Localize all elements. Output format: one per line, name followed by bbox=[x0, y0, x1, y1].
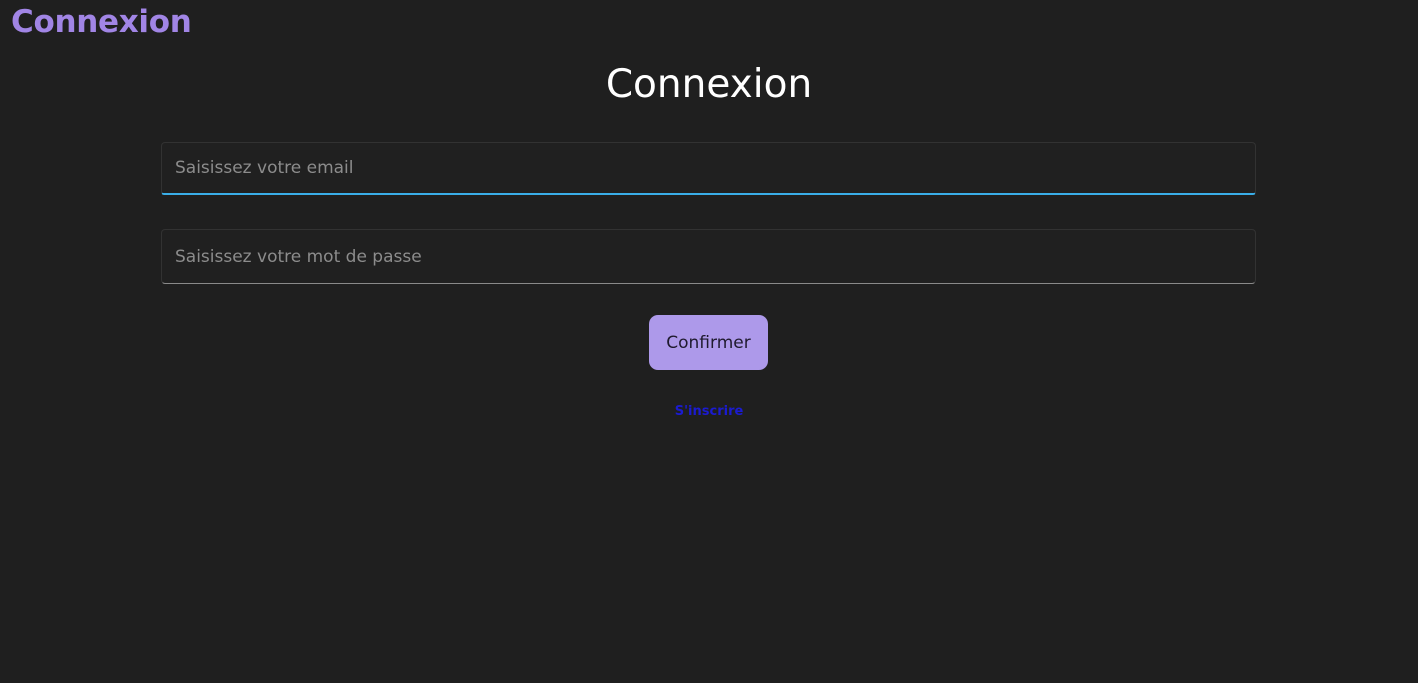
password-field-container bbox=[161, 229, 1256, 284]
password-field[interactable] bbox=[162, 230, 1255, 283]
page-title: Connexion bbox=[605, 62, 813, 107]
email-field-container bbox=[161, 142, 1256, 195]
app-title: Connexion bbox=[11, 4, 192, 40]
signup-link[interactable]: S'inscrire bbox=[675, 404, 744, 419]
email-field[interactable] bbox=[162, 143, 1255, 193]
signup-link-container: S'inscrire bbox=[0, 403, 1418, 421]
confirm-button[interactable]: Confirmer bbox=[649, 315, 768, 370]
